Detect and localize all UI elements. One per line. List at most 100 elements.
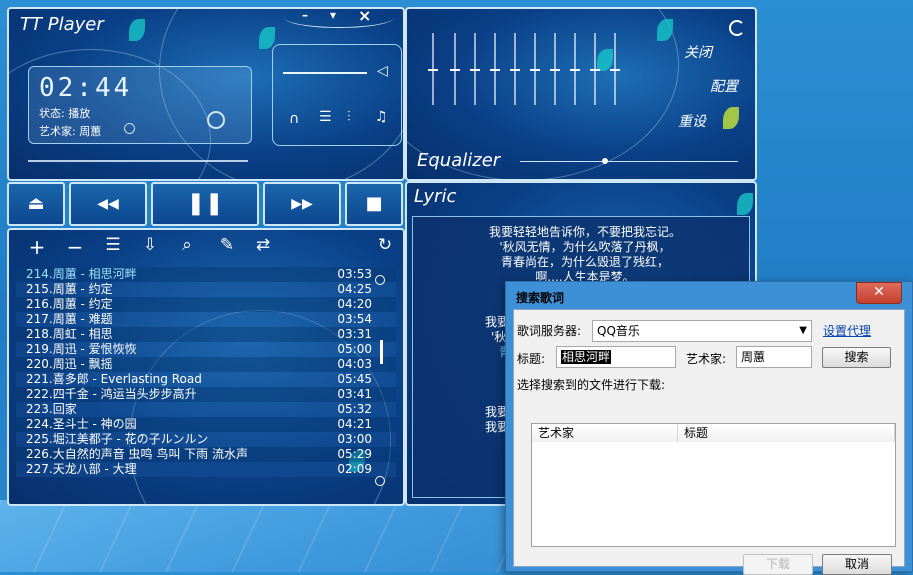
- artist-input[interactable]: 周蕙: [736, 346, 812, 368]
- lyric-icon[interactable]: ♫: [375, 109, 388, 125]
- proxy-settings-link[interactable]: 设置代理: [823, 322, 871, 339]
- equalizer-icon[interactable]: ⫶: [347, 109, 351, 125]
- volume-icon[interactable]: ◁: [377, 63, 388, 79]
- search-button[interactable]: 搜索: [822, 347, 891, 368]
- close-button[interactable]: ×: [358, 6, 371, 25]
- artist-input-value: 周蕙: [741, 350, 766, 364]
- progress-bar[interactable]: [28, 160, 248, 162]
- track-title: 225.堀江美都子 - 花の子ルンルン: [26, 432, 209, 446]
- results-table[interactable]: 艺术家 标题: [531, 423, 896, 547]
- track-title: 224.圣斗士 - 神の园: [26, 417, 137, 431]
- list-icon[interactable]: ☰: [319, 109, 332, 125]
- status-text: 状态: 播放: [39, 107, 91, 120]
- eq-band-slider[interactable]: [530, 33, 540, 105]
- track-duration: 03:41: [337, 387, 372, 401]
- swap-icon[interactable]: ⇄: [250, 235, 276, 255]
- refresh-icon[interactable]: [729, 20, 745, 36]
- eq-band-slider[interactable]: [510, 33, 520, 105]
- eq-balance-knob[interactable]: [602, 158, 608, 164]
- visualizer-icon[interactable]: [124, 123, 135, 134]
- track-duration: 03:53: [337, 267, 372, 281]
- search-icon[interactable]: ⌕: [174, 235, 200, 255]
- track-title: 220.周迅 - 飘摇: [26, 357, 113, 371]
- remove-icon[interactable]: −: [62, 235, 88, 259]
- list-item[interactable]: 217.周蕙 - 难题 03:54: [16, 312, 396, 327]
- track-duration: 04:03: [337, 357, 372, 371]
- track-title: 217.周蕙 - 难题: [26, 312, 113, 326]
- column-header-artist[interactable]: 艺术家: [532, 424, 678, 442]
- list-item[interactable]: 216.周蕙 - 约定 04:20: [16, 297, 396, 312]
- dialog-close-button[interactable]: ✕: [856, 282, 902, 304]
- mini-control-box: ◁ ∩ ☰ ⫶ ♫: [272, 44, 402, 146]
- playlist: 214.周蕙 - 相思河畔 03:53 215.周蕙 - 约定 04:25 216.…: [16, 267, 396, 493]
- next-button[interactable]: ▶▶: [263, 182, 341, 226]
- artist-text: 艺术家: 周蕙: [39, 125, 102, 138]
- edit-icon[interactable]: ✎: [214, 235, 240, 255]
- track-duration: 02:09: [337, 462, 372, 476]
- list-item[interactable]: 225.堀江美都子 - 花の子ルンルン 03:00: [16, 432, 396, 447]
- pause-button[interactable]: ❚❚: [151, 182, 259, 226]
- track-title: 218.周虹 - 相思: [26, 327, 113, 341]
- eq-reset-button[interactable]: 重设: [678, 111, 706, 131]
- track-title: 227.天龙八部 - 大理: [26, 462, 137, 476]
- server-select-value: QQ音乐: [597, 324, 640, 338]
- track-duration: 05:00: [337, 342, 372, 356]
- column-header-title[interactable]: 标题: [678, 424, 895, 442]
- artist-label: 艺术家:: [686, 352, 727, 366]
- eject-button[interactable]: ⏏: [7, 182, 65, 226]
- minimize-button[interactable]: –: [302, 8, 308, 22]
- track-title: 221.喜多郎 - Everlasting Road: [26, 372, 202, 386]
- track-title: 214.周蕙 - 相思河畔: [26, 267, 137, 281]
- player-title: TT Player: [20, 14, 104, 35]
- list-item[interactable]: 224.圣斗士 - 神の园 04:21: [16, 417, 396, 432]
- track-title: 222.四千金 - 鸿运当头步步高升: [26, 387, 197, 401]
- list-item[interactable]: 221.喜多郎 - Everlasting Road 05:45: [16, 372, 396, 387]
- list-item[interactable]: 219.周迅 - 爱恨恢恢 05:00: [16, 342, 396, 357]
- download-icon[interactable]: ⇩: [137, 235, 163, 255]
- list-item[interactable]: 215.周蕙 - 约定 04:25: [16, 282, 396, 297]
- equalizer-title: Equalizer: [417, 150, 501, 171]
- eq-preamp-slider[interactable]: [428, 33, 438, 105]
- scroll-up-icon[interactable]: [375, 275, 385, 285]
- menu-button[interactable]: ▾: [330, 8, 336, 22]
- dialog-title: 搜索歌词: [516, 291, 565, 305]
- list-item[interactable]: 223.回家 05:32: [16, 402, 396, 417]
- volume-slider[interactable]: [283, 72, 367, 74]
- eq-band-slider[interactable]: [590, 33, 600, 105]
- add-icon[interactable]: +: [24, 235, 50, 259]
- list-item[interactable]: 220.周迅 - 飘摇 04:03: [16, 357, 396, 372]
- headphone-icon[interactable]: ∩: [289, 111, 299, 127]
- track-title: 226.大自然的声音 虫鸣 鸟叫 下雨 流水声: [26, 447, 248, 461]
- eq-band-slider[interactable]: [470, 33, 480, 105]
- eq-band-slider[interactable]: [610, 33, 620, 105]
- eq-band-slider[interactable]: [450, 33, 460, 105]
- list-item[interactable]: 226.大自然的声音 虫鸣 鸟叫 下雨 流水声 05:29: [16, 447, 396, 462]
- list-item[interactable]: 222.四千金 - 鸿运当头步步高升 03:41: [16, 387, 396, 402]
- playlist-scrollbar[interactable]: [380, 340, 383, 364]
- chevron-down-icon: ▼: [799, 325, 807, 336]
- eq-close-button[interactable]: 关闭: [684, 42, 712, 62]
- eq-band-slider[interactable]: [570, 33, 580, 105]
- track-duration: 05:29: [337, 447, 372, 461]
- refresh-icon[interactable]: ↻: [372, 235, 398, 255]
- window-controls: – ▾ ×: [284, 6, 394, 28]
- previous-button[interactable]: ◀◀: [69, 182, 147, 226]
- eq-config-button[interactable]: 配置: [710, 76, 738, 96]
- track-duration: 05:45: [337, 372, 372, 386]
- eq-balance-slider[interactable]: [520, 161, 738, 162]
- title-label: 标题:: [517, 352, 546, 366]
- scroll-down-icon[interactable]: [375, 476, 385, 486]
- list-item[interactable]: 218.周虹 - 相思 03:31: [16, 327, 396, 342]
- list-icon[interactable]: ☰: [100, 235, 126, 255]
- server-select[interactable]: QQ音乐 ▼: [592, 320, 812, 342]
- now-playing-display: 02:44 状态: 播放 艺术家: 周蕙: [28, 66, 252, 144]
- track-duration: 04:25: [337, 282, 372, 296]
- eq-band-slider[interactable]: [490, 33, 500, 105]
- eq-band-slider[interactable]: [550, 33, 560, 105]
- list-item[interactable]: 227.天龙八部 - 大理 02:09: [16, 462, 396, 477]
- stop-button[interactable]: ■: [345, 182, 403, 226]
- track-duration: 05:32: [337, 402, 372, 416]
- title-input[interactable]: 相思河畔: [556, 346, 676, 368]
- list-item[interactable]: 214.周蕙 - 相思河畔 03:53: [16, 267, 396, 282]
- sound-effect-icon[interactable]: [207, 111, 225, 129]
